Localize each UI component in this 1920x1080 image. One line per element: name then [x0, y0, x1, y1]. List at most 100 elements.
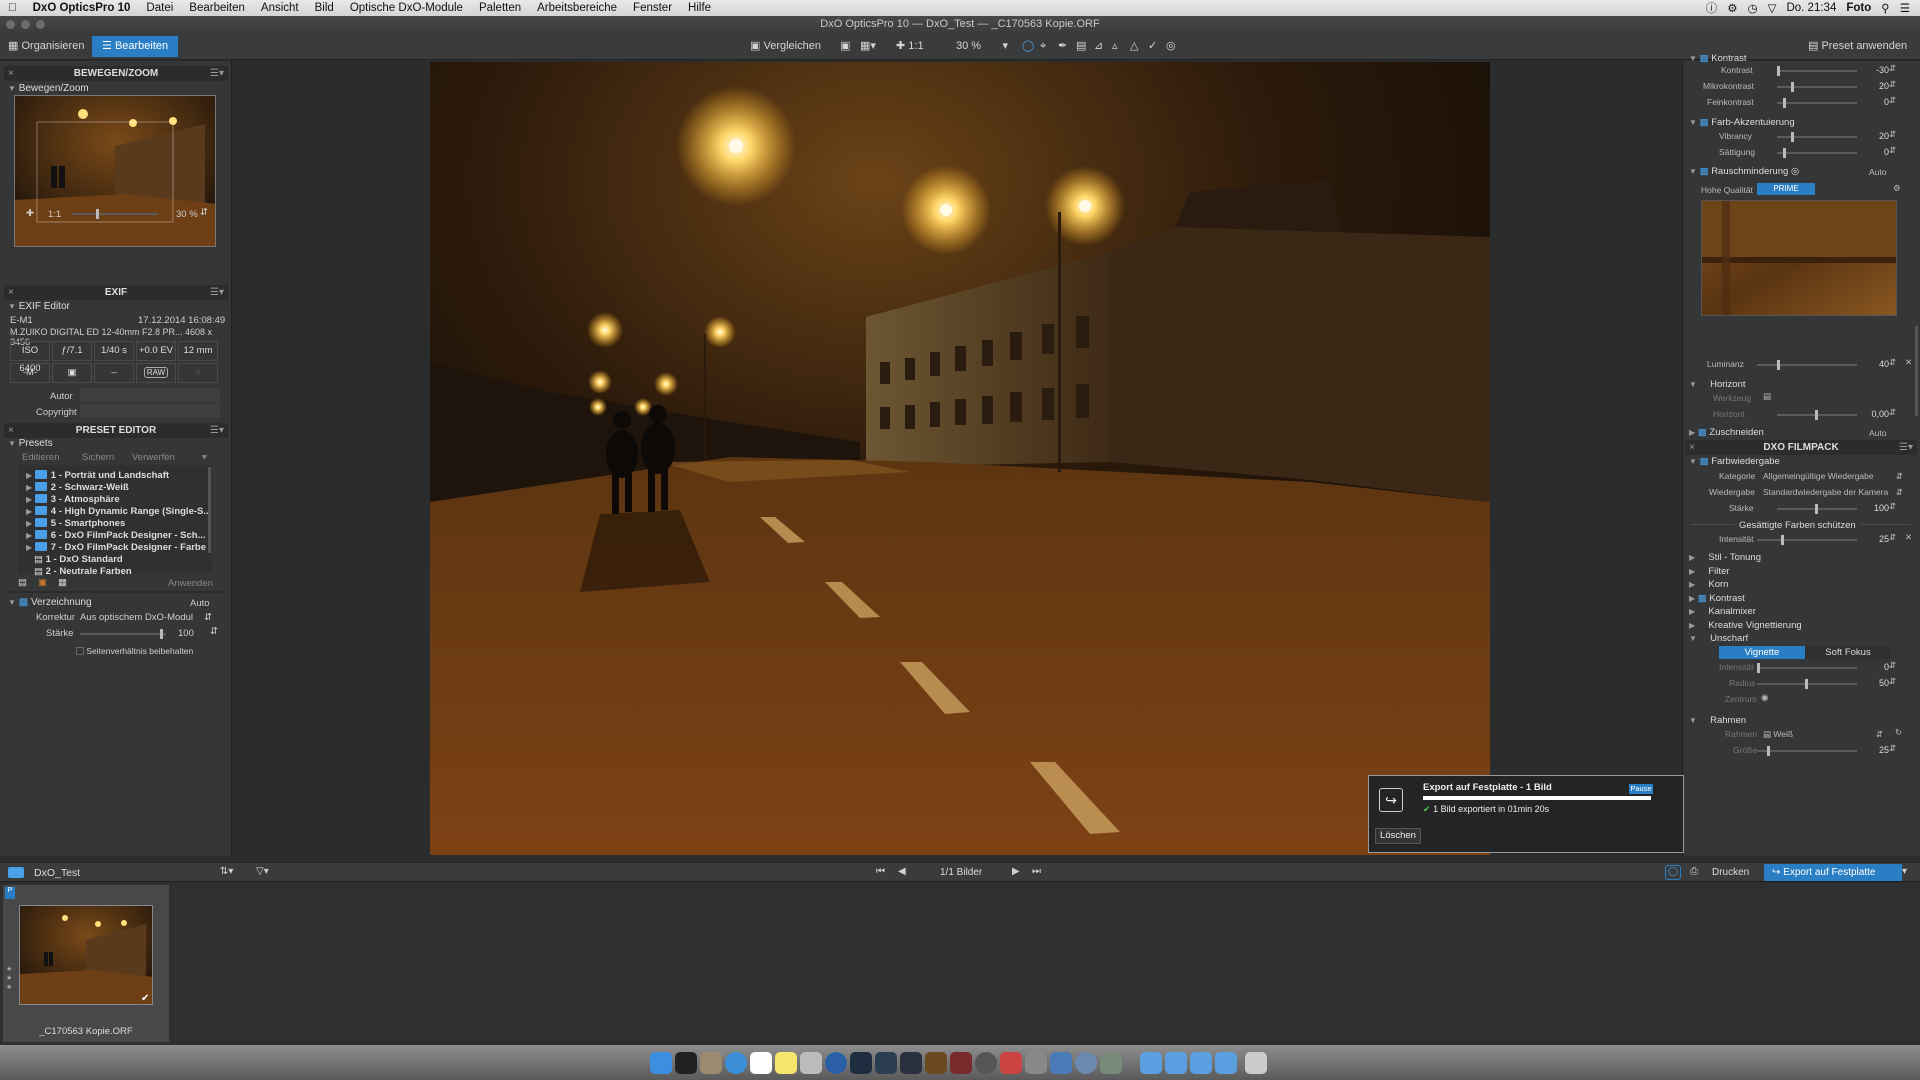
distortion-section[interactable]: ▼ ▩ Verzeichnung [8, 597, 92, 608]
reset-icon[interactable]: ✕ [1905, 532, 1912, 543]
preset-apply-button[interactable]: Anwenden [168, 578, 213, 589]
frame-select[interactable]: ▤ Weiß ⇵ [1763, 729, 1883, 740]
size-value[interactable]: 25 [1863, 745, 1889, 755]
tab-organize[interactable]: ▦ Organisieren [2, 37, 90, 56]
filmstrip-item[interactable]: P ★ ★ ★ ✔ _C170563 Kopie.ORF [3, 885, 169, 1042]
mask-icon[interactable]: ◎ [1160, 37, 1182, 56]
radius-slider[interactable] [1757, 679, 1857, 689]
utility-icon[interactable] [1100, 1052, 1122, 1074]
last-image-icon[interactable]: ⏭ [1032, 866, 1041, 877]
horizon-slider[interactable] [1777, 410, 1857, 420]
menu-fenster[interactable]: Fenster [625, 2, 680, 14]
keep-ratio-checkbox[interactable]: Seitenverhältnis beibehalten [76, 646, 193, 656]
fine-contrast-slider[interactable] [1777, 98, 1857, 108]
saturation-slider[interactable] [1777, 148, 1857, 158]
downloads-icon[interactable] [1215, 1052, 1237, 1074]
v-intensity-value[interactable]: 0 [1863, 662, 1889, 672]
fine-contrast-value[interactable]: 0 [1863, 97, 1889, 107]
camera-app-icon[interactable] [975, 1052, 997, 1074]
micro-contrast-value[interactable]: 20 [1863, 81, 1889, 91]
noise-preview[interactable] [1701, 200, 1897, 316]
preset-edit-button[interactable]: Editieren [22, 452, 60, 463]
main-photo[interactable] [430, 62, 1490, 855]
rating-stars-icon[interactable]: ★ ★ ★ [6, 965, 12, 992]
preset-item[interactable]: ▶ 4 - High Dynamic Range (Single-S... [26, 506, 211, 517]
micro-contrast-slider[interactable] [1777, 82, 1857, 92]
v-intensity-slider[interactable] [1757, 663, 1857, 673]
filter-icon[interactable]: ▽▾ [256, 866, 269, 877]
target-icon[interactable]: ◉ [1761, 692, 1768, 703]
stepper-icon[interactable]: ⇵ [1889, 145, 1896, 156]
new-preset-icon[interactable]: ▤ [18, 577, 27, 588]
stepper-icon[interactable]: ⇵ [1889, 407, 1896, 418]
prev-image-icon[interactable]: ◀ [898, 866, 906, 877]
style-toning-section[interactable]: ▶ Stil - Tonung [1689, 552, 1761, 563]
new-folder-icon[interactable]: ▣ [38, 577, 47, 588]
fp-intensity-value[interactable]: 25 [1863, 534, 1889, 544]
exif-section[interactable]: ▼ EXIF Editor [8, 301, 70, 312]
close-window-icon[interactable] [6, 20, 15, 29]
menu-icon[interactable]: ☰▾ [210, 66, 224, 81]
blur-section[interactable]: ▼ Unscharf [1689, 633, 1748, 644]
color-render-section[interactable]: ▼ ▩ Farbwiedergabe [1689, 456, 1780, 467]
presets-section[interactable]: ▼ Presets [8, 438, 53, 449]
distortion-auto[interactable]: Auto [190, 598, 210, 609]
sort-icon[interactable]: ⇅▾ [220, 866, 233, 877]
enable-icon[interactable]: ▩ [1700, 166, 1709, 177]
preset-discard-button[interactable]: Verwerfen [132, 452, 175, 463]
strength-slider[interactable] [80, 629, 166, 639]
preset-scrollbar[interactable] [208, 467, 211, 553]
fp-strength-value[interactable]: 100 [1863, 503, 1889, 513]
stepper-icon[interactable]: ⇵ [1889, 79, 1896, 90]
folder-dock-icon[interactable] [1190, 1052, 1212, 1074]
stepper-icon[interactable]: ⇵ [1889, 676, 1896, 687]
filmpack-icon[interactable] [950, 1052, 972, 1074]
first-image-icon[interactable]: ⏮ [876, 866, 885, 877]
horizon-tool-icon[interactable]: ▤ [1763, 391, 1771, 402]
copyright-input[interactable] [80, 404, 220, 418]
contrast-section[interactable]: ▼ ▩ Kontrast [1689, 53, 1747, 64]
eye-slash-icon[interactable]: ◎ [1791, 166, 1799, 177]
tab-edit[interactable]: ☰ Bearbeiten [92, 36, 179, 57]
export-status-icon[interactable]: ◯ [1665, 865, 1681, 880]
preset-item[interactable]: ▶ 1 - Porträt und Landschaft [26, 470, 169, 481]
enable-icon[interactable]: ▩ [1700, 117, 1709, 128]
enable-icon[interactable]: ▩ [1700, 53, 1709, 64]
menu-bearbeiten[interactable]: Bearbeiten [181, 2, 253, 14]
contrast-slider[interactable] [1777, 66, 1857, 76]
perspective-icon[interactable]: ▵ [1106, 37, 1124, 56]
soft-focus-tab[interactable]: Soft Fokus [1805, 646, 1891, 659]
noise-section[interactable]: ▼ ▩ Rauschminderung ◎ [1689, 166, 1799, 177]
apple-icon[interactable]:  [0, 2, 25, 14]
nav-ratio[interactable]: 1:1 [48, 209, 61, 220]
stepper-icon[interactable]: ⇵ [1889, 501, 1896, 512]
onepassword-icon[interactable] [825, 1052, 847, 1074]
folder-dock-icon[interactable] [1165, 1052, 1187, 1074]
color-accent-section[interactable]: ▼ ▩ Farb-Akzentuierung [1689, 117, 1795, 128]
export-button[interactable]: ↪ Export auf Festplatte [1764, 864, 1902, 881]
author-input[interactable] [80, 388, 220, 402]
preset-save-button[interactable]: Sichern [82, 452, 114, 463]
prime-button[interactable]: PRIME [1757, 183, 1815, 195]
close-icon[interactable]: × [1689, 440, 1695, 455]
dxo-opticspro-icon[interactable] [850, 1052, 872, 1074]
category-select[interactable]: Allgemeingültige Wiedergabe ⇵ [1763, 471, 1903, 481]
creative-vignette-section[interactable]: ▶ Kreative Vignettierung [1689, 620, 1802, 631]
render-select[interactable]: Standardwiedergabe der Kamera ⇵ [1763, 487, 1903, 497]
horizon-value[interactable]: 0,00 [1863, 409, 1889, 419]
wifi-icon[interactable]: ▽ [1768, 1, 1777, 15]
preset-item[interactable]: ▤ 1 - DxO Standard [34, 554, 123, 565]
stepper-icon[interactable]: ⇵ [1889, 95, 1896, 106]
vignette-tab[interactable]: Vignette [1719, 646, 1805, 659]
export-menu-chevron-icon[interactable]: ▾ [1902, 866, 1907, 877]
move-zoom-section[interactable]: ▼ Bewegen/Zoom [8, 83, 89, 94]
size-slider[interactable] [1757, 746, 1857, 756]
network-icon[interactable] [1050, 1052, 1072, 1074]
crop-auto[interactable]: Auto [1869, 428, 1887, 438]
fp-intensity-slider[interactable] [1757, 535, 1857, 545]
compare-button[interactable]: ▣ Vergleichen [744, 37, 827, 56]
delete-preset-icon[interactable]: ▦ [58, 577, 67, 588]
crop-section[interactable]: ▶ ▩ Zuschneiden [1689, 427, 1764, 438]
navigator-thumbnail[interactable] [14, 95, 216, 247]
grain-section[interactable]: ▶ Korn [1689, 579, 1728, 590]
